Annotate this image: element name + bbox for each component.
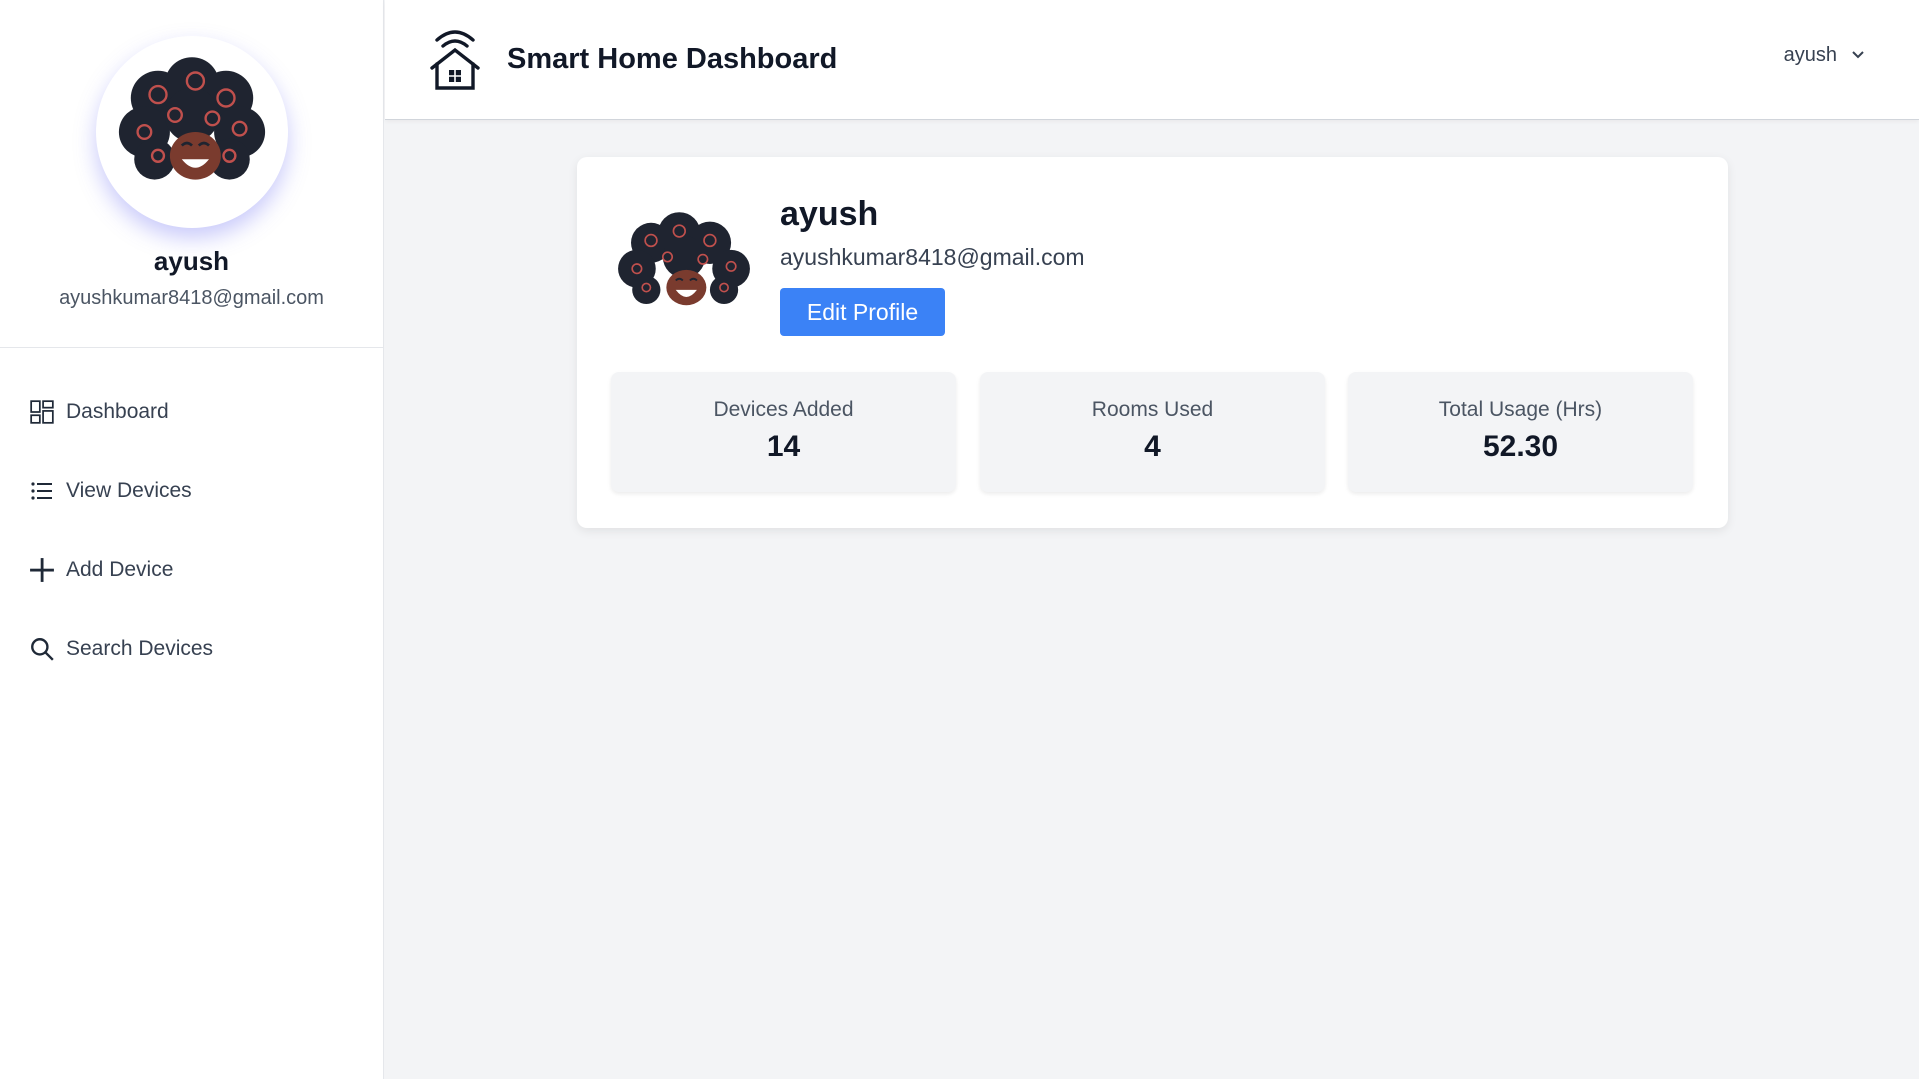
dashboard-grid-icon: [28, 398, 56, 426]
sidebar: ayush ayushkumar8418@gmail.com Dashboard…: [0, 0, 384, 1079]
user-menu-label: ayush: [1783, 44, 1837, 66]
stat-value: 14: [766, 430, 801, 463]
edit-profile-button[interactable]: Edit Profile: [780, 288, 945, 336]
stat-value: 4: [1144, 430, 1161, 463]
sidebar-item-search-devices[interactable]: Search Devices: [0, 609, 383, 688]
chevron-down-icon: [1851, 47, 1865, 65]
top-header: Smart Home Dashboard ayush: [385, 0, 1919, 120]
stat-label: Devices Added: [713, 398, 854, 421]
profile-email: ayushkumar8418@gmail.com: [780, 244, 1085, 270]
sidebar-item-add-device[interactable]: Add Device: [0, 530, 383, 609]
sidebar-item-label: Search Devices: [66, 636, 214, 660]
smart-home-wifi-icon: [427, 27, 483, 93]
stat-label: Rooms Used: [1091, 398, 1214, 421]
sidebar-item-label: View Devices: [66, 478, 192, 502]
curly-hair-avatar-icon: [618, 212, 750, 306]
stat-label: Total Usage (Hrs): [1438, 398, 1603, 421]
stat-value: 52.30: [1482, 430, 1559, 463]
sidebar-nav: Dashboard View Devices Add Device Search…: [0, 348, 383, 688]
curly-hair-avatar-icon: [118, 57, 265, 180]
profile-card: ayush ayushkumar8418@gmail.com Edit Prof…: [577, 157, 1728, 528]
sidebar-profile: ayush ayushkumar8418@gmail.com: [0, 0, 383, 348]
stat-devices-added: Devices Added 14: [611, 372, 956, 492]
search-icon: [28, 635, 56, 663]
list-icon: [28, 477, 56, 505]
stat-rooms-used: Rooms Used 4: [980, 372, 1325, 492]
user-menu-dropdown[interactable]: ayush: [1784, 44, 1865, 67]
sidebar-item-label: Add Device: [66, 557, 174, 581]
avatar: [95, 36, 288, 228]
sidebar-item-view-devices[interactable]: View Devices: [0, 451, 383, 530]
sidebar-user-email: ayushkumar8418@gmail.com: [59, 287, 324, 309]
sidebar-item-label: Dashboard: [66, 399, 169, 423]
stat-total-usage: Total Usage (Hrs) 52.30: [1348, 372, 1693, 492]
sidebar-item-dashboard[interactable]: Dashboard: [0, 372, 383, 451]
avatar: [611, 205, 757, 323]
profile-name: ayush: [780, 195, 879, 233]
plus-icon: [28, 556, 56, 584]
app-title: Smart Home Dashboard: [507, 43, 838, 75]
sidebar-user-name: ayush: [153, 246, 230, 276]
